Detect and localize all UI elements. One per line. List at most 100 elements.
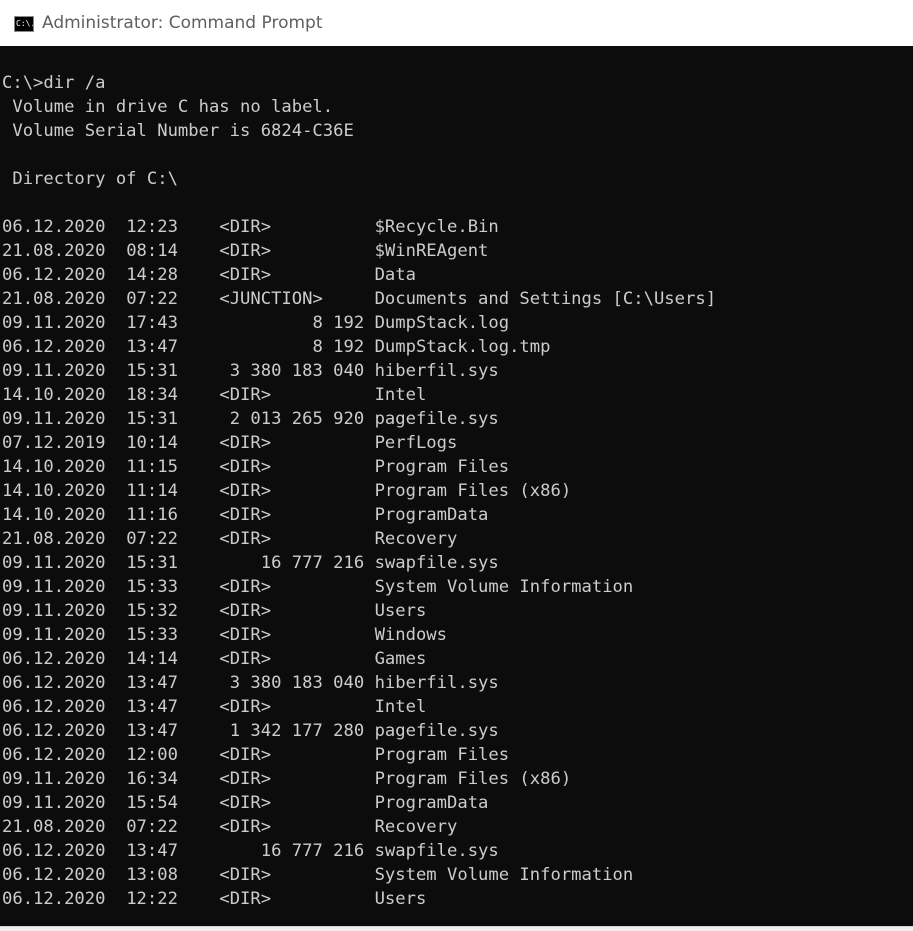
dir-entry-row: 06.12.2020 14:14 <DIR> Games [2, 647, 913, 671]
entry-name: Program Files [374, 457, 510, 477]
directory-heading: Directory of C:\ [2, 169, 178, 189]
entry-name: Users [374, 601, 427, 621]
entry-time: 15:31 [126, 361, 178, 381]
entry-name: ProgramData [374, 505, 489, 525]
entry-time: 15:33 [126, 577, 178, 597]
dir-entry-row: 06.12.2020 12:22 <DIR> Users [2, 887, 913, 911]
entry-date: 09.11.2020 [2, 361, 106, 381]
entry-size: 2 013 265 920 [219, 409, 375, 429]
dir-entry-row: 21.08.2020 07:22 <JUNCTION> Documents an… [2, 287, 913, 311]
entry-date: 21.08.2020 [2, 241, 106, 261]
entry-date: 09.11.2020 [2, 601, 106, 621]
dir-entry-row: 07.12.2019 10:14 <DIR> PerfLogs [2, 431, 913, 455]
entry-time: 08:14 [126, 241, 178, 261]
entry-size: 16 777 216 [219, 553, 375, 573]
entry-time: 11:16 [126, 505, 178, 525]
entry-time: 13:47 [126, 337, 178, 357]
dir-entry-row: 06.12.2020 13:47 <DIR> Intel [2, 695, 913, 719]
entry-name: swapfile.sys [374, 553, 499, 573]
entry-size: <DIR> [219, 649, 375, 669]
entry-size: <DIR> [219, 769, 375, 789]
entry-date: 06.12.2020 [2, 337, 106, 357]
entry-time: 07:22 [126, 289, 178, 309]
entry-name: System Volume Information [374, 577, 634, 597]
entry-time: 07:22 [126, 817, 178, 837]
entry-date: 06.12.2020 [2, 889, 106, 909]
entry-name: Data [374, 265, 416, 285]
entry-date: 09.11.2020 [2, 409, 106, 429]
entry-date: 09.11.2020 [2, 625, 106, 645]
entry-time: 18:34 [126, 385, 178, 405]
entry-date: 06.12.2020 [2, 721, 106, 741]
entry-date: 06.12.2020 [2, 697, 106, 717]
dir-entry-row: 21.08.2020 08:14 <DIR> $WinREAgent [2, 239, 913, 263]
dir-entry-row: 14.10.2020 18:34 <DIR> Intel [2, 383, 913, 407]
entry-size: <DIR> [219, 793, 375, 813]
title-bar[interactable]: C:\. Administrator: Command Prompt [0, 0, 913, 47]
entry-time: 15:54 [126, 793, 178, 813]
entry-date: 21.08.2020 [2, 817, 106, 837]
dir-entry-row: 06.12.2020 13:47 16 777 216 swapfile.sys [2, 839, 913, 863]
entry-size: <DIR> [219, 601, 375, 621]
entry-size: 3 380 183 040 [219, 673, 375, 693]
dir-entry-row: 21.08.2020 07:22 <DIR> Recovery [2, 527, 913, 551]
entry-size: <DIR> [219, 625, 375, 645]
entry-size: <DIR> [219, 505, 375, 525]
entry-name: Games [374, 649, 427, 669]
entry-time: 12:22 [126, 889, 178, 909]
dir-entry-row: 06.12.2020 12:00 <DIR> Program Files [2, 743, 913, 767]
console-text: C:\>dir /a Volume in drive C has no labe… [0, 46, 913, 911]
entry-date: 09.11.2020 [2, 313, 106, 333]
entry-size: <DIR> [219, 457, 375, 477]
entry-size: <DIR> [219, 433, 375, 453]
entry-time: 17:43 [126, 313, 178, 333]
dir-entry-row: 09.11.2020 17:43 8 192 DumpStack.log [2, 311, 913, 335]
entry-name: PerfLogs [374, 433, 458, 453]
entry-name: Program Files [374, 745, 510, 765]
entry-time: 15:31 [126, 553, 178, 573]
entry-time: 13:47 [126, 841, 178, 861]
entry-size: <DIR> [219, 865, 375, 885]
taskbar-edge [0, 926, 913, 931]
entry-date: 06.12.2020 [2, 217, 106, 237]
dir-entry-row: 06.12.2020 13:08 <DIR> System Volume Inf… [2, 863, 913, 887]
entry-date: 21.08.2020 [2, 529, 106, 549]
window-title: Administrator: Command Prompt [42, 13, 323, 33]
entry-size: <DIR> [219, 529, 375, 549]
directory-listing: 06.12.2020 12:23 <DIR> $Recycle.Bin 21.08… [2, 215, 913, 911]
dir-entry-row: 14.10.2020 11:15 <DIR> Program Files [2, 455, 913, 479]
entry-time: 11:14 [126, 481, 178, 501]
entry-name: pagefile.sys [374, 409, 499, 429]
entry-size: <DIR> [219, 481, 375, 501]
entry-name: DumpStack.log [374, 313, 510, 333]
entry-size: <DIR> [219, 241, 375, 261]
entry-date: 09.11.2020 [2, 553, 106, 573]
entry-date: 06.12.2020 [2, 673, 106, 693]
entry-size: 1 342 177 280 [219, 721, 375, 741]
entry-name: Program Files (x86) [374, 481, 572, 501]
entry-size: <DIR> [219, 817, 375, 837]
entry-name: Recovery [374, 817, 458, 837]
entry-name: Recovery [374, 529, 458, 549]
dir-entry-row: 06.12.2020 13:47 1 342 177 280 pagefile.… [2, 719, 913, 743]
entry-size: 16 777 216 [219, 841, 375, 861]
entry-time: 16:34 [126, 769, 178, 789]
entry-time: 15:32 [126, 601, 178, 621]
dir-entry-row: 09.11.2020 15:31 16 777 216 swapfile.sys [2, 551, 913, 575]
dir-entry-row: 09.11.2020 15:33 <DIR> System Volume Inf… [2, 575, 913, 599]
entry-date: 09.11.2020 [2, 577, 106, 597]
dir-entry-row: 06.12.2020 14:28 <DIR> Data [2, 263, 913, 287]
entry-time: 14:14 [126, 649, 178, 669]
entry-size: 8 192 [219, 337, 375, 357]
entry-size: <DIR> [219, 385, 375, 405]
entry-time: 11:15 [126, 457, 178, 477]
dir-entry-row: 06.12.2020 13:47 8 192 DumpStack.log.tmp [2, 335, 913, 359]
entry-size: <DIR> [219, 697, 375, 717]
dir-entry-row: 21.08.2020 07:22 <DIR> Recovery [2, 815, 913, 839]
entry-name: ProgramData [374, 793, 489, 813]
command-line: C:\>dir /a [2, 73, 106, 93]
entry-date: 14.10.2020 [2, 481, 106, 501]
entry-time: 15:33 [126, 625, 178, 645]
console-output[interactable]: C:\>dir /a Volume in drive C has no labe… [0, 46, 913, 926]
